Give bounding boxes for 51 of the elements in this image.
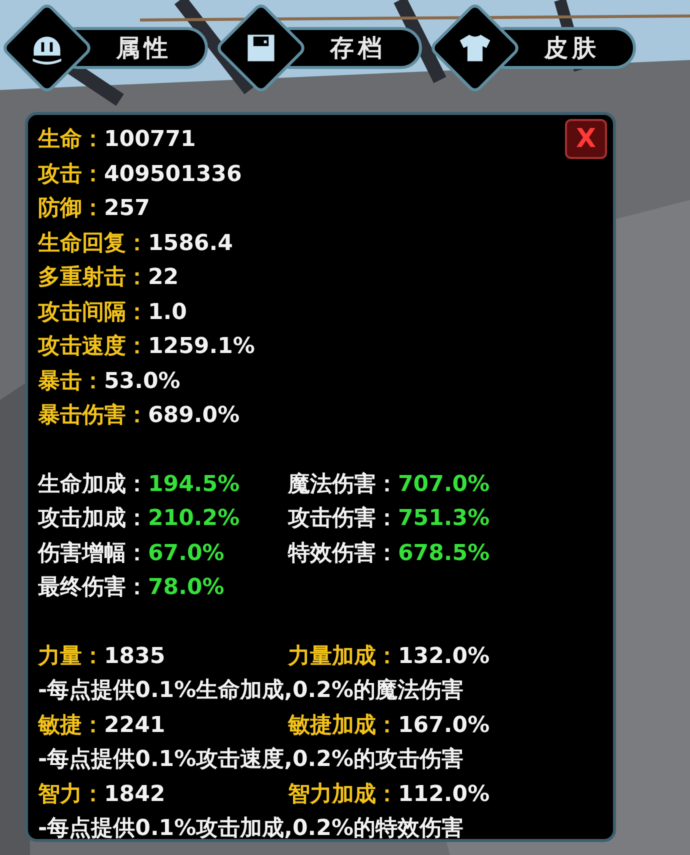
stat-label: 攻击伤害： [288, 504, 398, 533]
stat-label: 生命加成： [38, 470, 148, 498]
stat-value: 100771 [104, 126, 196, 154]
stat-label: 最终伤害： [38, 574, 148, 602]
stat-value: 751.3% [398, 505, 490, 533]
stat-value: 67.0% [148, 540, 224, 568]
stat-value: 707.0% [398, 470, 490, 498]
attribute-label: 敏捷： [38, 712, 104, 740]
attribute-value: 1835 [104, 642, 166, 670]
stat-label: 防御： [38, 195, 104, 223]
stat-label: 攻击间隔： [38, 298, 148, 326]
stat-value: 194.5% [148, 470, 240, 498]
tab[interactable]: 存档 [214, 1, 422, 95]
tab[interactable]: 属性 [0, 1, 208, 95]
stat-value: 1586.4 [148, 230, 233, 258]
attribute-description: -每点提供0.1%攻击加成,0.2%的特效伤害 [38, 814, 465, 843]
stat-label: 攻击速度： [38, 332, 148, 361]
attribute-description: -每点提供0.1%生命加成,0.2%的魔法伤害 [38, 676, 465, 705]
stat-value: 210.2% [148, 505, 240, 533]
stat-label: 特效伤害： [288, 540, 398, 568]
attribute-bonus-label: 力量加成： [288, 642, 398, 670]
stat-label: 暴击： [38, 368, 104, 396]
stat-value: 409501336 [104, 160, 242, 188]
stat-label: 攻击加成： [38, 505, 148, 533]
stat-value: 1.0 [148, 298, 187, 326]
stat-value: 689.0% [148, 402, 240, 430]
attribute-bonus-value: 112.0% [398, 780, 490, 808]
attribute-value: 2241 [104, 712, 166, 740]
attribute-bonus-label: 敏捷加成： [288, 712, 398, 740]
stat-label: 生命： [38, 126, 104, 154]
stat-value: 1259.1% [148, 333, 255, 361]
stat-label: 暴击伤害： [38, 402, 148, 430]
stat-label: 攻击： [38, 160, 104, 188]
stat-label: 多重射击： [38, 264, 148, 292]
stat-value: 22 [148, 264, 179, 292]
stat-value: 78.0% [148, 574, 224, 602]
stat-value: 257 [104, 195, 150, 223]
attribute-bonus-value: 167.0% [398, 712, 490, 740]
stat-label: 魔法伤害： [288, 470, 398, 498]
stat-value: 678.5% [398, 540, 490, 568]
tab[interactable]: 皮肤 [428, 1, 636, 95]
attribute-description: -每点提供0.1%攻击速度,0.2%的攻击伤害 [38, 746, 465, 774]
attribute-bonus-label: 智力加成： [288, 780, 398, 808]
attribute-label: 智力： [38, 780, 104, 808]
stat-label: 生命回复： [38, 230, 148, 258]
attribute-value: 1842 [104, 780, 166, 808]
stat-label: 伤害增幅： [38, 540, 148, 568]
stat-value: 53.0% [104, 368, 180, 396]
close-button[interactable]: X [565, 119, 607, 159]
attribute-label: 力量： [38, 642, 104, 670]
attribute-bonus-value: 132.0% [398, 642, 490, 670]
